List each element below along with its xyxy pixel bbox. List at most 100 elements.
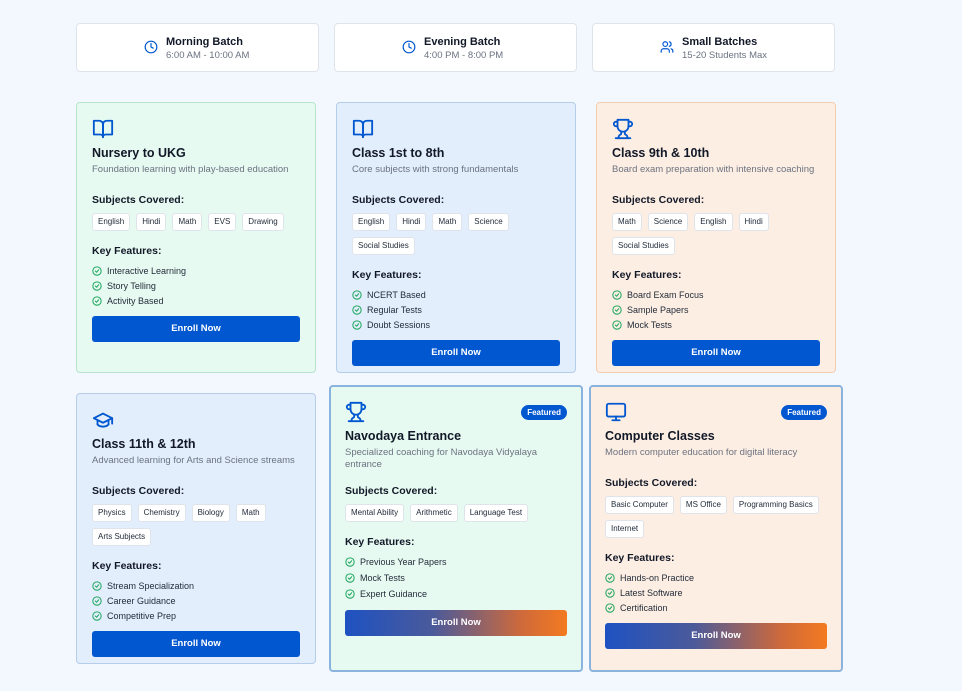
subject-chip: Social Studies <box>352 237 415 255</box>
feature-label: NCERT Based <box>367 289 426 300</box>
enroll-button[interactable]: Enroll Now <box>605 623 827 649</box>
course-title: Class 1st to 8th <box>352 146 445 160</box>
feature-label: Competitive Prep <box>107 610 177 621</box>
batch-title: Evening Batch <box>424 36 501 48</box>
feature-item: Expert Guidance <box>345 586 567 602</box>
batch-subtitle: 4:00 PM - 8:00 PM <box>424 50 504 61</box>
batch-title: Morning Batch <box>166 36 243 48</box>
feature-item: Career Guidance <box>92 593 300 608</box>
features-heading: Key Features: <box>352 269 422 281</box>
subject-chip: English <box>92 213 131 231</box>
course-card-class-11-12: Class 11th & 12th Advanced learning for … <box>76 393 316 664</box>
check-circle-icon <box>92 280 102 291</box>
enroll-button[interactable]: Enroll Now <box>352 340 560 366</box>
course-card-class-1-8: Class 1st to 8th Core subjects with stro… <box>336 102 576 373</box>
feature-item: Interactive Learning <box>92 263 300 278</box>
subjects-heading: Subjects Covered: <box>605 477 698 489</box>
featured-badge: Featured <box>521 405 567 420</box>
feature-label: Career Guidance <box>107 595 176 606</box>
subject-chip: Math <box>612 213 642 231</box>
course-description: Foundation learning with play-based educ… <box>92 164 289 175</box>
feature-item: Mock Tests <box>345 570 567 586</box>
features-heading: Key Features: <box>612 269 682 281</box>
course-description: Modern computer education for digital li… <box>605 447 798 458</box>
enroll-button[interactable]: Enroll Now <box>345 610 567 636</box>
batch-title: Small Batches <box>682 36 758 48</box>
subject-chip: Hindi <box>396 213 427 231</box>
enroll-button[interactable]: Enroll Now <box>92 631 300 657</box>
graduation-cap-icon <box>92 412 114 428</box>
subject-chip: EVS <box>208 213 237 231</box>
subject-chip: Physics <box>92 504 132 522</box>
check-circle-icon <box>605 587 615 598</box>
course-description: Core subjects with strong fundamentals <box>352 164 519 175</box>
trophy-icon <box>612 118 634 140</box>
subject-chips: Math Science English Hindi Social Studie… <box>612 213 820 255</box>
check-circle-icon <box>605 602 615 613</box>
feature-list: Board Exam Focus Sample Papers Mock Test… <box>612 287 820 332</box>
subject-chips: English Hindi Math Science Social Studie… <box>352 213 560 255</box>
course-card-computer: Featured Computer Classes Modern compute… <box>589 385 843 672</box>
feature-list: Stream Specialization Career Guidance Co… <box>92 578 300 623</box>
subject-chip: Arts Subjects <box>92 528 152 546</box>
features-heading: Key Features: <box>92 560 162 572</box>
course-title: Nursery to UKG <box>92 146 186 160</box>
feature-label: Latest Software <box>620 587 683 598</box>
feature-item: Stream Specialization <box>92 578 300 593</box>
subject-chip: Language Test <box>463 504 529 522</box>
batch-card-small: Small Batches 15-20 Students Max <box>592 23 835 72</box>
subject-chip: Drawing <box>242 213 284 231</box>
course-title: Computer Classes <box>605 429 715 443</box>
subject-chip: Math <box>172 213 203 231</box>
feature-list: Hands-on Practice Latest Software Certif… <box>605 570 827 615</box>
featured-badge: Featured <box>781 405 827 420</box>
book-icon <box>92 119 114 139</box>
check-circle-icon <box>612 319 622 330</box>
feature-item: Activity Based <box>92 293 300 308</box>
check-circle-icon <box>612 304 622 315</box>
feature-label: Board Exam Focus <box>627 289 704 300</box>
feature-item: Story Telling <box>92 278 300 293</box>
book-icon <box>352 119 374 139</box>
subject-chip: English <box>352 213 391 231</box>
subject-chips: Physics Chemistry Biology Math Arts Subj… <box>92 504 300 546</box>
course-card-nursery: Nursery to UKG Foundation learning with … <box>76 102 316 373</box>
subject-chip: MS Office <box>679 496 727 514</box>
enroll-button[interactable]: Enroll Now <box>92 316 300 342</box>
subject-chip: Basic Computer <box>605 496 674 514</box>
feature-label: Interactive Learning <box>107 265 187 276</box>
feature-list: Interactive Learning Story Telling Activ… <box>92 263 300 308</box>
feature-label: Sample Papers <box>627 304 689 315</box>
feature-label: Previous Year Papers <box>360 557 447 567</box>
check-circle-icon <box>612 289 622 300</box>
subjects-heading: Subjects Covered: <box>92 194 185 206</box>
subjects-heading: Subjects Covered: <box>92 485 185 497</box>
subject-chip: Chemistry <box>137 504 186 522</box>
subjects-heading: Subjects Covered: <box>352 194 445 206</box>
subject-chips: Basic Computer MS Office Programming Bas… <box>605 496 827 538</box>
course-title: Navodaya Entrance <box>345 429 462 443</box>
check-circle-icon <box>345 589 355 599</box>
check-circle-icon <box>352 319 362 330</box>
feature-item: Previous Year Papers <box>345 554 567 570</box>
batch-card-evening: Evening Batch 4:00 PM - 8:00 PM <box>334 23 577 72</box>
feature-list: Previous Year Papers Mock Tests Expert G… <box>345 554 567 602</box>
subject-chip: Science <box>647 213 689 231</box>
monitor-icon <box>605 402 627 422</box>
subject-chips: English Hindi Math EVS Drawing <box>92 213 300 231</box>
check-circle-icon <box>92 295 102 306</box>
feature-item: Regular Tests <box>352 302 560 317</box>
subject-chip: Hindi <box>136 213 167 231</box>
subject-chip: Arithmetic <box>410 504 458 522</box>
feature-item: NCERT Based <box>352 287 560 302</box>
feature-item: Latest Software <box>605 585 827 600</box>
subject-chip: Programming Basics <box>732 496 819 514</box>
clock-icon <box>402 40 416 54</box>
feature-item: Certification <box>605 600 827 615</box>
subject-chip: Biology <box>191 504 230 522</box>
check-circle-icon <box>92 610 102 621</box>
enroll-button[interactable]: Enroll Now <box>612 340 820 366</box>
clock-icon <box>144 40 158 54</box>
feature-label: Expert Guidance <box>360 589 428 599</box>
feature-label: Certification <box>620 602 668 613</box>
